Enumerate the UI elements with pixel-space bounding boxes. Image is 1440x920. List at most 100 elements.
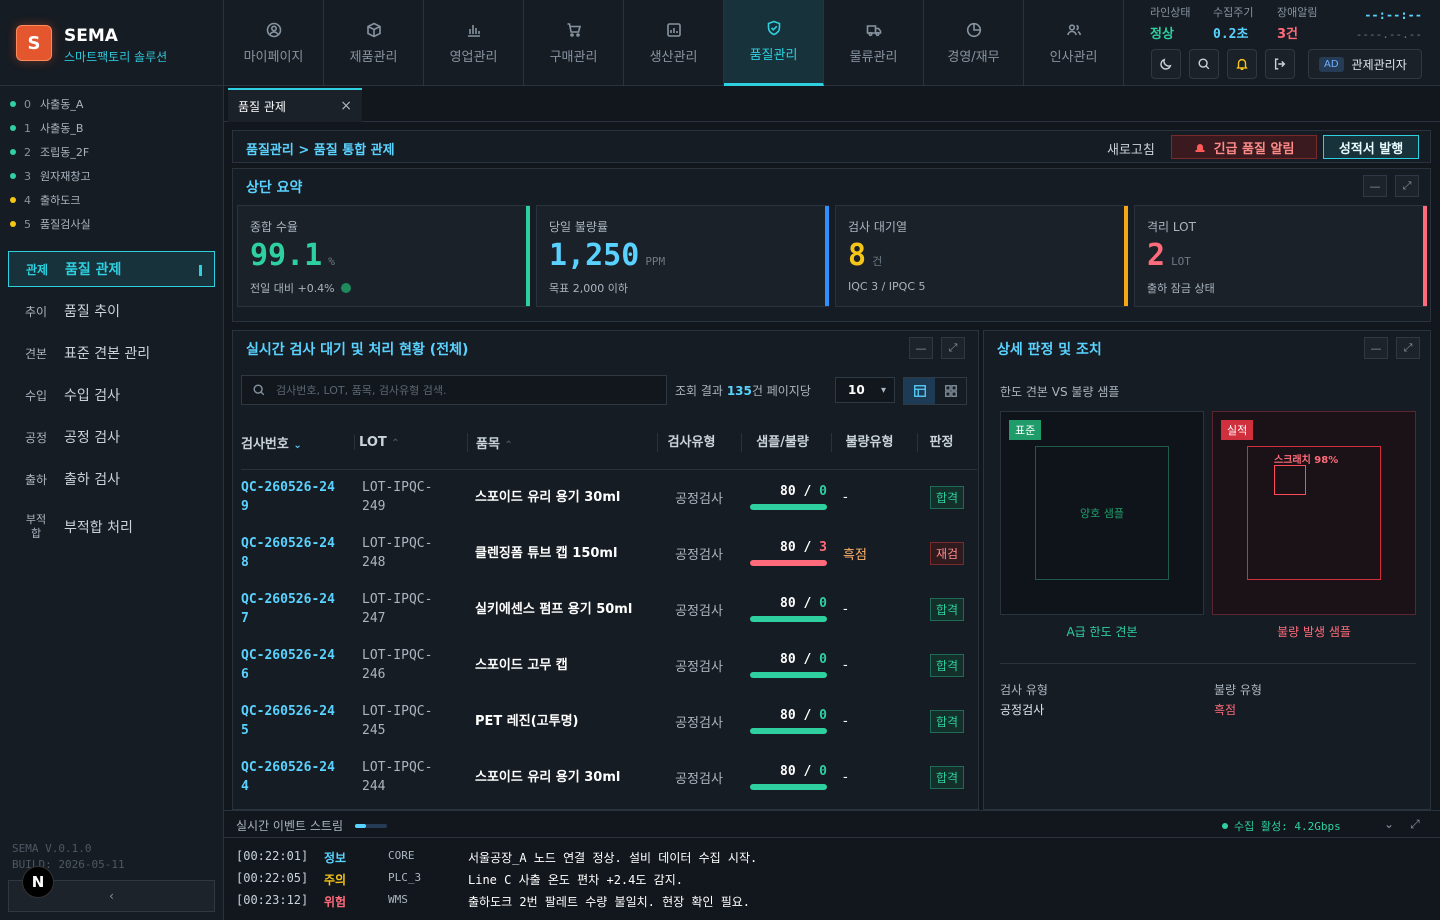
- nav-mypage[interactable]: 마이페이지: [224, 0, 324, 86]
- nav-logistics[interactable]: 물류관리: [824, 0, 924, 86]
- expand-icon[interactable]: ⤢: [1410, 817, 1420, 832]
- verdict-badge[interactable]: 합격: [929, 765, 965, 789]
- minimize-button[interactable]: —: [1364, 337, 1388, 359]
- verdict-badge[interactable]: 재검: [929, 541, 965, 565]
- n-logo-icon[interactable]: N: [22, 866, 54, 898]
- issue-report-button[interactable]: 성적서 발행: [1323, 135, 1419, 159]
- minimize-button[interactable]: —: [1363, 175, 1387, 197]
- breadcrumb-bar: 품질관리 > 품질 통합 관제 새로고침 긴급 품질 알림 성적서 발행: [232, 130, 1431, 163]
- menu-standard-sample[interactable]: 견본 표준 견본 관리: [8, 335, 215, 371]
- line-item[interactable]: 5 품질검사실: [10, 216, 91, 232]
- menu-quality-trend[interactable]: 추이 품질 추이: [8, 293, 215, 329]
- table-row[interactable]: QC-260526-249 LOT-IPQC-249 스포이드 유리 용기 30ml…: [241, 469, 977, 525]
- menu-shipping-inspection[interactable]: 출하 출하 검사: [8, 461, 215, 497]
- search-icon: [1198, 58, 1210, 70]
- inspection-type: 공정검사: [675, 491, 723, 507]
- logout-button[interactable]: [1265, 49, 1295, 79]
- sample-count: 80: [780, 596, 796, 611]
- col-name[interactable]: 품목 ⌃: [467, 417, 657, 470]
- menu-quality-monitor[interactable]: 관제 품질 관제: [8, 251, 215, 287]
- verdict-badge[interactable]: 합격: [929, 709, 965, 733]
- nav-finance[interactable]: 경영/재무: [924, 0, 1024, 86]
- theme-toggle-button[interactable]: [1151, 49, 1181, 79]
- logout-icon: [1274, 58, 1286, 70]
- line-item[interactable]: 2 조립동_2F: [10, 144, 89, 160]
- line-item[interactable]: 3 원자재창고: [10, 168, 91, 184]
- nav-purchase[interactable]: 구매관리: [524, 0, 624, 86]
- line-item[interactable]: 4 출하도크: [10, 192, 80, 208]
- line-item[interactable]: 0 사출동_A: [10, 96, 83, 112]
- product-name: 실키에센스 펌프 용기 50ml: [475, 601, 633, 617]
- event-controls: ⌄ ⤢: [1384, 817, 1420, 832]
- expand-button[interactable]: ⤢: [1395, 175, 1419, 197]
- kpi-accent: [825, 206, 829, 306]
- col-id[interactable]: 검사번호 ⌄: [241, 417, 354, 470]
- panel-title: 상단 요약: [246, 180, 303, 196]
- cell-id[interactable]: QC-260526-246: [241, 637, 354, 693]
- cell-id[interactable]: QC-260526-245: [241, 693, 354, 749]
- event-row[interactable]: [00:22:05] 주의 PLC_3 Line C 사출 온도 편차 +2.4도 감…: [236, 871, 683, 888]
- nav-sales[interactable]: 영업관리: [424, 0, 524, 86]
- col-lot[interactable]: LOT ⌃: [354, 417, 467, 470]
- table-view-button[interactable]: [904, 378, 935, 404]
- defect-sample-frame: 스크래치 98%: [1247, 446, 1381, 580]
- col-type[interactable]: 검사유형: [657, 417, 741, 470]
- cell-id[interactable]: QC-260526-249: [241, 469, 354, 525]
- sample-count: 80: [780, 708, 796, 723]
- standard-sample-view[interactable]: 표준 양호 샘플: [1000, 411, 1204, 615]
- line-status-label: 라인상태: [1150, 6, 1191, 19]
- event-row[interactable]: [00:23:12] 위험 WMS 출하도크 2번 팔레트 수량 불일치. 현장 확인…: [236, 893, 750, 910]
- table-row[interactable]: QC-260526-244 LOT-IPQC-244 스포이드 유리 용기 30ml…: [241, 749, 977, 805]
- defect-count: 0: [819, 708, 827, 723]
- kpi-label: 격리 LOT: [1147, 220, 1196, 234]
- nav-quality[interactable]: 품질관리: [724, 0, 824, 86]
- nav-production[interactable]: 생산관리: [624, 0, 724, 86]
- cell-name: 스포이드 유리 용기 30ml: [467, 749, 657, 805]
- col-sample[interactable]: 샘플/불량: [741, 417, 831, 470]
- tab-quality-monitor[interactable]: 품질 관제 ×: [228, 88, 362, 122]
- result-info: 조회 결과 135건 페이지당: [675, 382, 811, 399]
- standard-caption: A급 한도 견본: [1066, 625, 1138, 639]
- verdict-badge[interactable]: 합격: [929, 485, 965, 509]
- table-row[interactable]: QC-260526-246 LOT-IPQC-246 스포이드 고무 캡 공정검사 80…: [241, 637, 977, 693]
- defect-sample-view[interactable]: 실적 스크래치 98%: [1212, 411, 1416, 615]
- kpi-note-text: IQC 3 / IPQC 5: [848, 280, 926, 293]
- col-verdict[interactable]: 판정: [917, 417, 977, 470]
- menu-nonconformity[interactable]: 부적합 부적합 처리: [8, 509, 215, 545]
- expand-button[interactable]: ⤢: [941, 337, 965, 359]
- cell-id[interactable]: QC-260526-244: [241, 749, 354, 805]
- nav-hr[interactable]: 인사관리: [1024, 0, 1124, 86]
- brand[interactable]: S SEMA 스마트팩토리 솔루션: [0, 0, 224, 86]
- page-size-select[interactable]: 10 ▾: [835, 377, 895, 403]
- line-status: 라인상태 정상: [1150, 4, 1190, 42]
- actual-tag: 실적: [1221, 420, 1254, 440]
- verdict-badge[interactable]: 합격: [929, 597, 965, 621]
- line-item[interactable]: 1 사출동_B: [10, 120, 83, 136]
- notification-button[interactable]: [1227, 49, 1257, 79]
- grid-view-button[interactable]: [935, 378, 966, 404]
- expand-button[interactable]: ⤢: [1396, 337, 1420, 359]
- menu-process-inspection[interactable]: 공정 공정 검사: [8, 419, 215, 455]
- search-input[interactable]: 검사번호, LOT, 품목, 검사유형 검색.: [241, 375, 667, 405]
- close-icon[interactable]: ×: [340, 98, 352, 114]
- search-button[interactable]: [1189, 49, 1219, 79]
- clock-date: ----.--.--: [1355, 28, 1422, 41]
- nav-product[interactable]: 제품관리: [324, 0, 424, 86]
- cell-id[interactable]: QC-260526-247: [241, 581, 354, 637]
- user-menu-button[interactable]: AD 관제관리자: [1308, 49, 1422, 79]
- refresh-button[interactable]: 새로고침: [1107, 139, 1155, 158]
- chevron-down-icon[interactable]: ⌄: [1384, 817, 1394, 832]
- table-row[interactable]: QC-260526-245 LOT-IPQC-245 PET 레진(고투명) 공정검사…: [241, 693, 977, 749]
- cell-id[interactable]: QC-260526-248: [241, 525, 354, 581]
- line-index: 5: [24, 217, 31, 231]
- menu-incoming-inspection[interactable]: 수입 수입 검사: [8, 377, 215, 413]
- table-row[interactable]: QC-260526-247 LOT-IPQC-247 실키에센스 펌프 용기 50m…: [241, 581, 977, 637]
- kpi-unit: 건: [872, 255, 883, 268]
- table-row[interactable]: QC-260526-248 LOT-IPQC-248 클렌징폼 튜브 캡 150ml…: [241, 525, 977, 581]
- divider: [224, 837, 1440, 838]
- event-row[interactable]: [00:22:01] 정보 CORE 서울공장_A 노드 연결 정상. 설비 데이터 …: [236, 849, 757, 866]
- minimize-button[interactable]: —: [909, 337, 933, 359]
- emergency-alert-button[interactable]: 긴급 품질 알림: [1171, 135, 1317, 159]
- verdict-badge[interactable]: 합격: [929, 653, 965, 677]
- col-defect[interactable]: 불량유형: [831, 417, 917, 470]
